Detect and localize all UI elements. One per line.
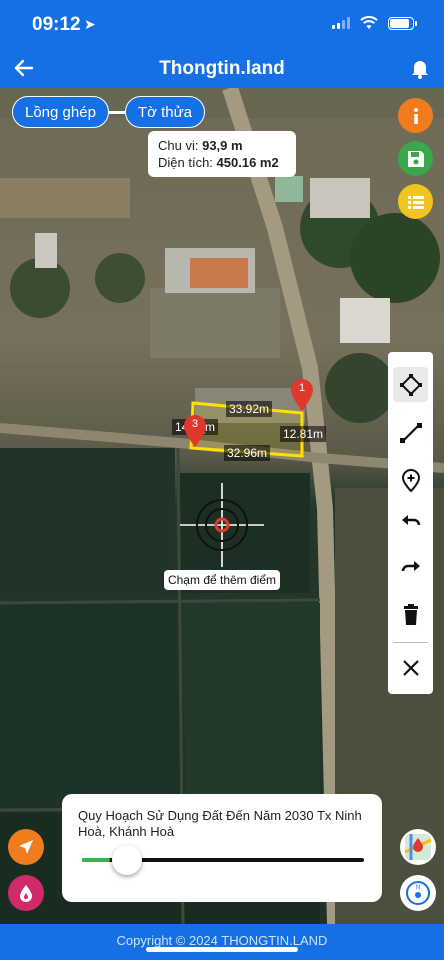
opacity-slider-thumb[interactable]: [112, 845, 143, 875]
redo-icon: [401, 560, 420, 571]
layer-title: Quy Hoạch Sử Dụng Đất Đến Năm 2030 Tx Ni…: [78, 808, 362, 839]
drawing-toolbar: [388, 352, 433, 694]
marker-number: 3: [191, 418, 199, 430]
map-icon: [404, 834, 432, 860]
edge-length-label: 33.92m: [226, 401, 273, 417]
drop-icon: [20, 885, 32, 902]
redo-button[interactable]: [393, 550, 428, 585]
list-icon: [407, 195, 424, 209]
planning-layer-card: Quy Hoạch Sử Dụng Đất Đến Năm 2030 Tx Ni…: [62, 794, 382, 902]
info-button[interactable]: [398, 98, 433, 133]
close-tool-button[interactable]: [393, 650, 428, 685]
perimeter-label: Chu vi:: [158, 138, 199, 153]
crosshair-icon: [180, 483, 264, 567]
notifications-button[interactable]: [408, 56, 432, 80]
pill-connector: [108, 110, 125, 114]
measurement-info: Chu vi: 93,9 m Diện tích: 450.16 m2: [148, 131, 296, 177]
location-arrow-icon: ➤: [84, 16, 96, 32]
home-indicator[interactable]: [146, 947, 298, 952]
compass-icon: N: [406, 881, 430, 905]
wifi-icon: [360, 16, 378, 29]
line-icon: [399, 422, 422, 443]
delete-button[interactable]: [393, 597, 428, 632]
page-title: Thongtin.land: [159, 58, 285, 79]
vertex-edit-icon: [399, 373, 422, 396]
area-value: 450.16 m2: [216, 155, 279, 170]
top-bar: 09:12 ➤ Thongtin.land: [0, 0, 444, 88]
cellular-signal-icon: [332, 17, 350, 29]
line-tool-button[interactable]: [393, 415, 428, 450]
list-button[interactable]: [398, 184, 433, 219]
battery-icon: [388, 16, 417, 30]
overlay-pill[interactable]: Lồng ghép: [12, 96, 109, 128]
close-icon: [402, 659, 419, 676]
vertex-marker-3[interactable]: 3: [183, 414, 207, 448]
parcel-pill[interactable]: Tờ thửa: [124, 96, 205, 128]
status-time: 09:12: [32, 14, 81, 35]
compass-button[interactable]: N: [400, 875, 436, 911]
perimeter-value: 93,9 m: [202, 138, 243, 153]
edge-length-label: 12.81m: [280, 426, 327, 442]
status-icons: [332, 16, 417, 30]
locate-button[interactable]: [8, 829, 44, 865]
undo-button[interactable]: [393, 504, 428, 539]
add-point-icon: [401, 468, 420, 492]
add-point-hint: Chạm để thêm điểm: [164, 570, 280, 590]
navigation-arrow-icon: [19, 840, 33, 854]
toolbar-divider: [393, 642, 428, 643]
svg-text:N: N: [416, 885, 420, 891]
layer-color-button[interactable]: [8, 875, 44, 911]
marker-number: 1: [298, 382, 306, 394]
opacity-slider-fill: [82, 858, 111, 862]
save-icon: [407, 150, 424, 167]
edge-length-label: 32.96m: [224, 445, 271, 461]
add-point-button[interactable]: [393, 463, 428, 498]
area-label: Diện tích:: [158, 155, 213, 170]
vertex-edit-button[interactable]: [393, 367, 428, 402]
save-button[interactable]: [398, 141, 433, 176]
footer-copyright: Copyright © 2024 THONGTIN.LAND: [0, 924, 444, 960]
undo-icon: [401, 514, 420, 525]
map-type-button[interactable]: [400, 829, 436, 865]
trash-icon: [403, 603, 418, 625]
vertex-marker-1[interactable]: 1: [290, 378, 314, 412]
info-icon: [413, 107, 418, 124]
bell-icon: [412, 61, 428, 79]
mode-pill-group: Lồng ghép Tờ thửa: [12, 96, 205, 128]
